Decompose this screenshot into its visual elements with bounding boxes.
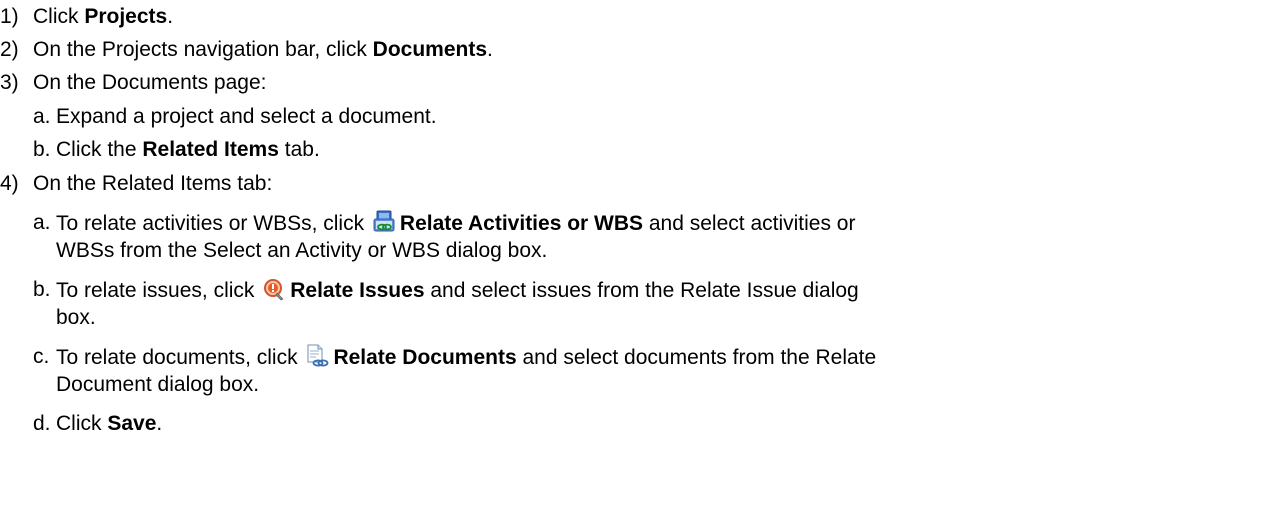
substep-text: Click Save.	[56, 411, 162, 436]
substep-letter: c.	[33, 345, 50, 368]
substep-text-line2: WBSs from the Select an Activity or WBS …	[56, 239, 548, 262]
relate-issues-icon	[262, 277, 286, 301]
substep-text-line2: box.	[56, 306, 96, 329]
ui-term-relate-activities-or-wbs: Relate Activities or WBS	[399, 212, 644, 235]
step-text-post: .	[167, 5, 174, 28]
step-text: Click Projects.	[33, 4, 173, 29]
relate-activities-icon	[372, 210, 396, 234]
substep-letter: d.	[33, 412, 51, 435]
substep-text-line2: Document dialog box.	[56, 373, 260, 396]
ui-term-related-items: Related Items	[142, 138, 279, 161]
step-text: On the Projects navigation bar, click Do…	[33, 37, 493, 62]
substep-text-pre: To relate activities or WBSs, click	[56, 212, 370, 235]
substep-text-post: .	[156, 412, 163, 435]
step-text-post: .	[487, 38, 493, 61]
substep-text-pre: To relate issues, click	[56, 279, 261, 302]
substep-text-post: and select activities or	[643, 212, 856, 235]
step-text-pre: Click	[33, 5, 85, 28]
step-text: On the Documents page:	[33, 71, 267, 94]
substep-text: To relate documents, click Relate Docume…	[56, 344, 876, 370]
substep-text: Expand a project and select a document.	[56, 105, 437, 128]
ui-term-relate-issues: Relate Issues	[290, 279, 425, 302]
substep-text: To relate activities or WBSs, click Rela…	[56, 210, 855, 236]
step-text-pre: On the Projects navigation bar, click	[33, 38, 373, 61]
ui-term-documents: Documents	[372, 38, 488, 61]
substep-letter: a.	[33, 105, 51, 128]
step-number: 4)	[0, 172, 19, 195]
substep-letter: b.	[33, 278, 51, 301]
substep-text-post: and select documents from the Relate	[516, 346, 877, 369]
step-number: 2)	[0, 38, 19, 61]
step-number: 1)	[0, 5, 19, 28]
substep-text-pre: To relate documents, click	[56, 346, 304, 369]
substep-text-pre: Click	[56, 412, 108, 435]
substep-text-post: tab.	[278, 138, 320, 161]
instruction-document: 1) Click Projects. 2) On the Projects na…	[0, 0, 1271, 527]
substep-text: To relate issues, click Relate Issues an…	[56, 277, 859, 303]
step-text: On the Related Items tab:	[33, 172, 273, 195]
step-number: 3)	[0, 71, 19, 94]
ui-term-projects: Projects	[84, 5, 168, 28]
ui-term-relate-documents: Relate Documents	[333, 346, 517, 369]
substep-text-pre: Click the	[56, 138, 143, 161]
relate-documents-icon	[305, 344, 329, 368]
substep-text: Click the Related Items tab.	[56, 137, 320, 162]
substep-letter: b.	[33, 138, 51, 161]
substep-text-post: and select issues from the Relate Issue …	[424, 279, 859, 302]
ui-term-save: Save	[107, 412, 157, 435]
substep-letter: a.	[33, 211, 51, 234]
